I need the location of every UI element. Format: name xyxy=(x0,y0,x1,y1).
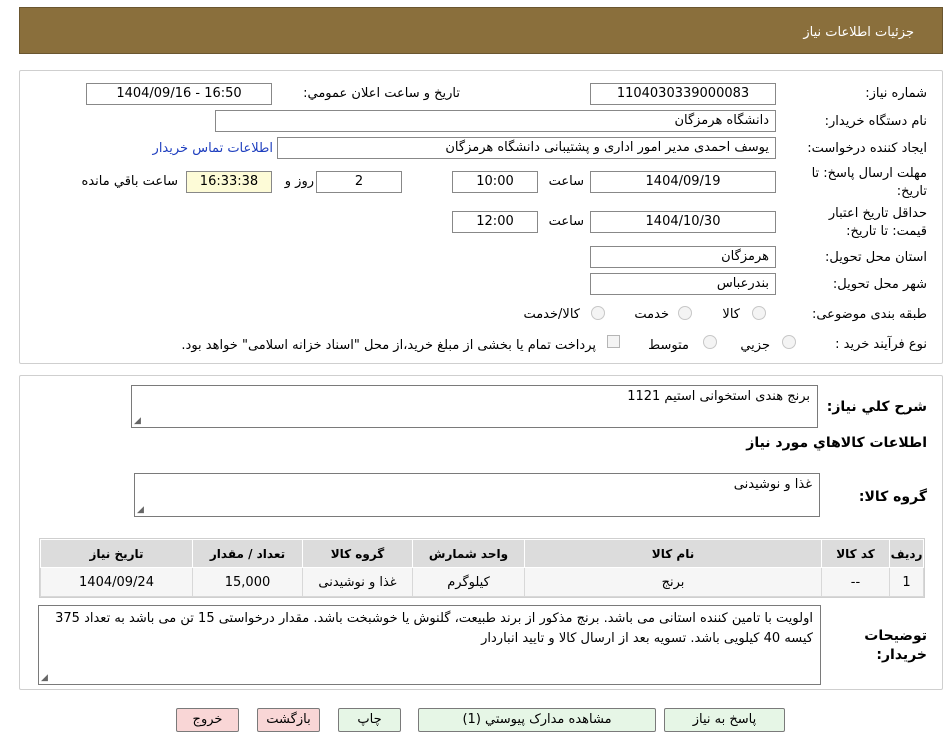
col-code: کد کالا xyxy=(821,539,890,568)
announce-datetime-label: تاریخ و ساعت اعلان عمومي: xyxy=(303,86,460,101)
reply-button[interactable]: پاسخ به نیاز xyxy=(664,708,785,732)
purchase-type-minor-radio[interactable] xyxy=(782,335,796,349)
summary-label: شرح کلي نياز: xyxy=(826,399,927,415)
category-goods-service-label: کالا/خدمت xyxy=(523,307,580,322)
page-header: جزئیات اطلاعات نیاز xyxy=(19,7,943,54)
category-label: طبقه بندی موضوعی: xyxy=(811,307,927,322)
treasury-payment-note: پرداخت تمام يا بخشی از مبلغ خريد،از محل … xyxy=(181,338,596,353)
buyer-org-label: نام دستگاه خريدار: xyxy=(824,114,927,129)
validity-date-field[interactable]: 1404/10/30 xyxy=(590,211,776,233)
need-number-label: شماره نیاز: xyxy=(865,86,927,101)
cell-quantity: 15,000 xyxy=(192,567,303,597)
province-label: استان محل تحويل: xyxy=(825,250,927,265)
summary-textarea[interactable]: برنج هندی استخوانی استیم 1121 ◢ xyxy=(131,385,818,428)
validity-label-1: حداقل تاريخ اعتبار xyxy=(828,206,927,221)
cell-row: 1 xyxy=(889,567,924,597)
validity-time-field[interactable]: 12:00 xyxy=(452,211,538,233)
reply-deadline-label-2: تاریخ: xyxy=(896,184,927,199)
print-button[interactable]: چاپ xyxy=(338,708,401,732)
cell-name: برنج xyxy=(524,567,822,597)
city-field[interactable]: بندرعباس xyxy=(590,273,776,295)
items-table-wrapper: رديف کد کالا نام کالا واحد شمارش گروه کا… xyxy=(39,538,925,598)
category-goods-radio[interactable] xyxy=(752,306,766,320)
goods-info-title: اطلاعات کالاهاي مورد نياز xyxy=(746,435,927,451)
buyer-org-field[interactable]: دانشگاه هرمزگان xyxy=(215,110,776,132)
buyer-notes-text: اولویت با تامین کننده استانی می باشد. بر… xyxy=(55,611,813,646)
purchase-type-label: نوع فرآيند خريد : xyxy=(835,337,927,352)
col-name: نام کالا xyxy=(524,539,822,568)
buyer-notes-label-2: خريدار: xyxy=(876,647,927,663)
category-goods-label: کالا xyxy=(722,307,740,322)
announce-datetime-field[interactable]: 1404/09/16 - 16:50 xyxy=(86,83,272,105)
remaining-time-label: ساعت باقي مانده xyxy=(81,174,178,189)
col-group: گروه کالا xyxy=(302,539,413,568)
province-field[interactable]: هرمزگان xyxy=(590,246,776,268)
cell-code: -- xyxy=(821,567,890,597)
resize-grip-icon: ◢ xyxy=(134,416,141,426)
reply-days-field[interactable]: 2 xyxy=(316,171,402,193)
cell-group: غذا و نوشیدنی xyxy=(302,567,413,597)
category-goods-service-radio[interactable] xyxy=(591,306,605,320)
requester-field[interactable]: یوسف احمدی مدیر امور اداری و پشتیبانی دا… xyxy=(277,137,776,159)
buyer-notes-label-1: توضيحات xyxy=(864,628,927,644)
goods-group-text: غذا و نوشیدنی xyxy=(733,477,812,492)
items-table: رديف کد کالا نام کالا واحد شمارش گروه کا… xyxy=(40,539,924,597)
page-title: جزئیات اطلاعات نیاز xyxy=(803,25,914,40)
reply-deadline-time-field[interactable]: 10:00 xyxy=(452,171,538,193)
summary-text: برنج هندی استخوانی استیم 1121 xyxy=(627,389,810,404)
reply-deadline-date-field[interactable]: 1404/09/19 xyxy=(590,171,776,193)
validity-label-2: قيمت: تا تاريخ: xyxy=(846,224,927,239)
col-need-date: تاريخ نياز xyxy=(40,539,193,568)
requester-label: ايجاد کننده درخواست: xyxy=(807,141,927,156)
goods-group-label: گروه کالا: xyxy=(858,489,927,505)
exit-button[interactable]: خروج xyxy=(176,708,239,732)
back-button[interactable]: بازگشت xyxy=(257,708,320,732)
col-quantity: تعداد / مقدار xyxy=(192,539,303,568)
attachments-button[interactable]: مشاهده مدارک پیوستي (1) xyxy=(418,708,656,732)
purchase-type-medium-radio[interactable] xyxy=(703,335,717,349)
purchase-type-medium-label: متوسط xyxy=(648,338,689,353)
col-row: رديف xyxy=(889,539,924,568)
cell-need-date: 1404/09/24 xyxy=(40,567,193,597)
purchase-type-minor-label: جزيي xyxy=(740,338,770,353)
items-table-header: رديف کد کالا نام کالا واحد شمارش گروه کا… xyxy=(40,539,924,568)
validity-time-label: ساعت xyxy=(548,214,584,229)
goods-group-textarea[interactable]: غذا و نوشیدنی ◢ xyxy=(134,473,820,517)
resize-grip-icon: ◢ xyxy=(41,673,48,683)
city-label: شهر محل تحويل: xyxy=(832,277,927,292)
reply-deadline-time-label: ساعت xyxy=(548,174,584,189)
cell-unit: کیلوگرم xyxy=(412,567,525,597)
remaining-time-field: 16:33:38 xyxy=(186,171,272,193)
buyer-contact-link[interactable]: اطلاعات تماس خريدار xyxy=(153,141,273,156)
category-service-label: خدمت xyxy=(634,307,669,322)
treasury-payment-checkbox[interactable] xyxy=(607,335,620,348)
reply-deadline-label-1: مهلت ارسال پاسخ: تا xyxy=(811,166,927,181)
category-service-radio[interactable] xyxy=(678,306,692,320)
need-number-field[interactable]: 1104030339000083 xyxy=(590,83,776,105)
col-unit: واحد شمارش xyxy=(412,539,525,568)
table-row[interactable]: 1 -- برنج کیلوگرم غذا و نوشیدنی 15,000 1… xyxy=(40,567,924,597)
buyer-notes-textarea[interactable]: اولویت با تامین کننده استانی می باشد. بر… xyxy=(38,605,821,685)
resize-grip-icon: ◢ xyxy=(137,505,144,515)
reply-days-label: روز و xyxy=(284,174,314,189)
